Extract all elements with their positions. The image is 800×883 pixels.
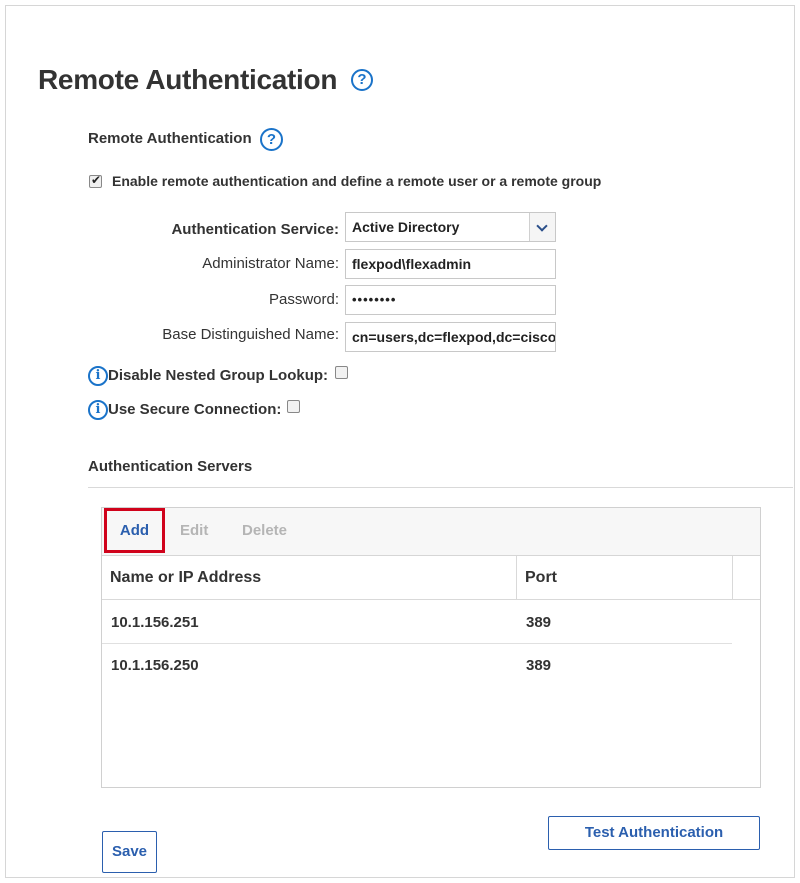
authentication-servers-panel: Add Edit Delete Name or IP Address Port … xyxy=(101,507,761,788)
disable-nested-group-lookup-checkbox[interactable] xyxy=(335,366,348,379)
use-secure-connection-label: Use Secure Connection: xyxy=(108,401,282,418)
use-secure-connection-checkbox[interactable] xyxy=(287,400,300,413)
help-icon[interactable]: ? xyxy=(351,69,373,91)
enable-remote-auth-checkbox[interactable] xyxy=(89,173,102,188)
save-button[interactable]: Save xyxy=(102,831,157,873)
password-input[interactable]: •••••••• xyxy=(345,285,556,315)
servers-table-header: Name or IP Address Port xyxy=(102,556,760,600)
section-remote-authentication: Remote Authentication xyxy=(88,130,252,147)
authentication-service-select[interactable]: Active Directory xyxy=(345,212,556,242)
server-port: 389 xyxy=(526,657,552,674)
base-distinguished-name-input[interactable]: cn=users,dc=flexpod,dc=cisco, xyxy=(345,322,556,352)
password-label: Password: xyxy=(268,291,339,308)
test-authentication-button[interactable]: Test Authentication xyxy=(548,816,760,850)
section-divider xyxy=(88,487,793,488)
enable-remote-auth-label: Enable remote authentication and define … xyxy=(112,173,602,189)
authentication-service-label: Authentication Service: xyxy=(171,221,339,238)
base-distinguished-name-label: Base Distinguished Name: xyxy=(162,326,339,343)
column-divider xyxy=(732,556,733,600)
table-row[interactable]: 10.1.156.251 389 xyxy=(102,601,732,644)
column-header-port[interactable]: Port xyxy=(525,569,557,587)
help-icon[interactable]: ? xyxy=(260,128,283,151)
servers-toolbar: Add Edit Delete xyxy=(102,508,760,556)
edit-server-button[interactable]: Edit xyxy=(180,522,208,539)
section-authentication-servers: Authentication Servers xyxy=(88,458,253,475)
info-icon[interactable]: i xyxy=(88,400,108,420)
info-icon[interactable]: i xyxy=(88,366,108,386)
server-address: 10.1.156.250 xyxy=(111,657,199,674)
disable-nested-group-lookup-label: Disable Nested Group Lookup: xyxy=(108,367,329,384)
column-header-name[interactable]: Name or IP Address xyxy=(110,569,261,587)
administrator-name-input[interactable]: flexpod\flexadmin xyxy=(345,249,556,279)
column-divider xyxy=(516,556,517,600)
table-row[interactable]: 10.1.156.250 389 xyxy=(102,644,732,687)
add-server-button[interactable]: Add xyxy=(104,508,165,553)
server-port: 389 xyxy=(526,614,552,631)
delete-server-button[interactable]: Delete xyxy=(242,522,287,539)
chevron-down-icon[interactable] xyxy=(529,213,555,241)
administrator-name-label: Administrator Name: xyxy=(202,255,339,272)
authentication-service-value: Active Directory xyxy=(352,219,460,235)
page-title: Remote Authentication xyxy=(38,64,338,95)
server-address: 10.1.156.251 xyxy=(111,614,199,631)
